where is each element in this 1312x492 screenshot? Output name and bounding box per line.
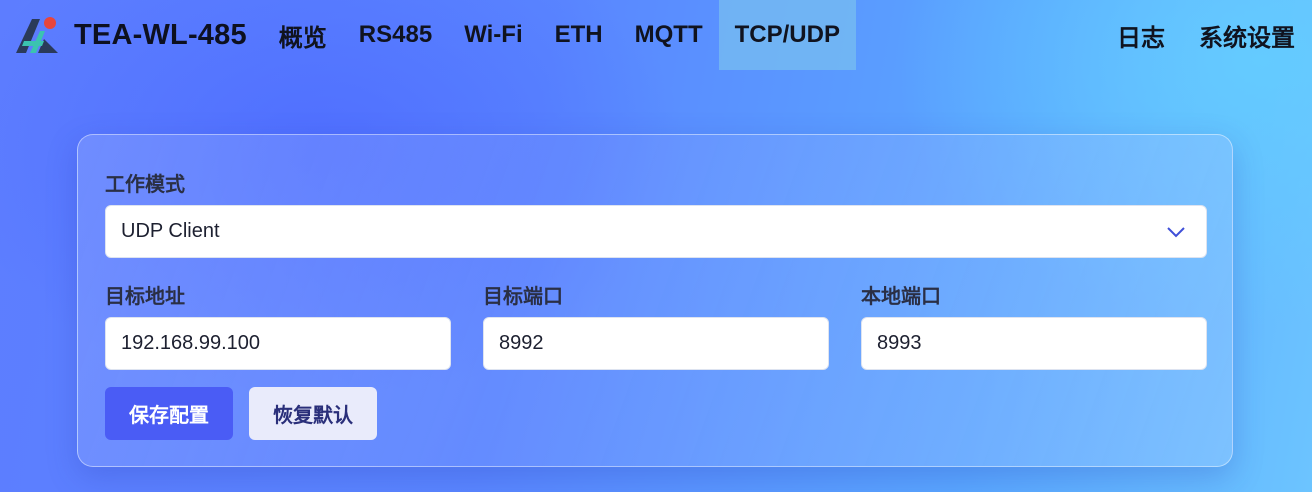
tea-logo-icon	[16, 17, 58, 53]
nav-item-tcp-udp[interactable]: TCP/UDP	[718, 0, 856, 70]
nav-item-wifi[interactable]: Wi-Fi	[448, 0, 538, 70]
nav-item-system-settings[interactable]: 系统设置	[1182, 0, 1312, 70]
tcp-udp-settings-card: 工作模式 UDP Client 目标地址 目标端口 本地端口 保存配置 恢复默认	[77, 134, 1233, 467]
main-nav: 概览 RS485 Wi-Fi ETH MQTT TCP/UDP	[263, 0, 856, 70]
restore-defaults-button[interactable]: 恢复默认	[249, 387, 377, 440]
target-address-label: 目标地址	[105, 286, 185, 308]
nav-item-overview[interactable]: 概览	[263, 0, 343, 70]
right-nav: 日志 系统设置	[1100, 0, 1312, 70]
top-navbar: TEA-WL-485 概览 RS485 Wi-Fi ETH MQTT TCP/U…	[0, 0, 1312, 70]
target-address-input[interactable]	[105, 317, 451, 370]
mode-label: 工作模式	[105, 174, 185, 196]
nav-item-rs485[interactable]: RS485	[343, 0, 448, 70]
chevron-down-icon	[1167, 227, 1185, 238]
nav-item-mqtt[interactable]: MQTT	[619, 0, 719, 70]
nav-item-eth[interactable]: ETH	[539, 0, 619, 70]
save-config-button[interactable]: 保存配置	[105, 387, 233, 440]
brand-name: TEA-WL-485	[74, 18, 247, 51]
mode-select[interactable]: UDP Client	[105, 205, 1207, 258]
target-port-input[interactable]	[483, 317, 829, 370]
nav-item-logs[interactable]: 日志	[1100, 0, 1182, 70]
mode-select-value: UDP Client	[121, 220, 220, 242]
local-port-label: 本地端口	[861, 286, 941, 308]
local-port-input[interactable]	[861, 317, 1207, 370]
brand[interactable]: TEA-WL-485	[14, 0, 247, 70]
target-port-label: 目标端口	[483, 286, 563, 308]
